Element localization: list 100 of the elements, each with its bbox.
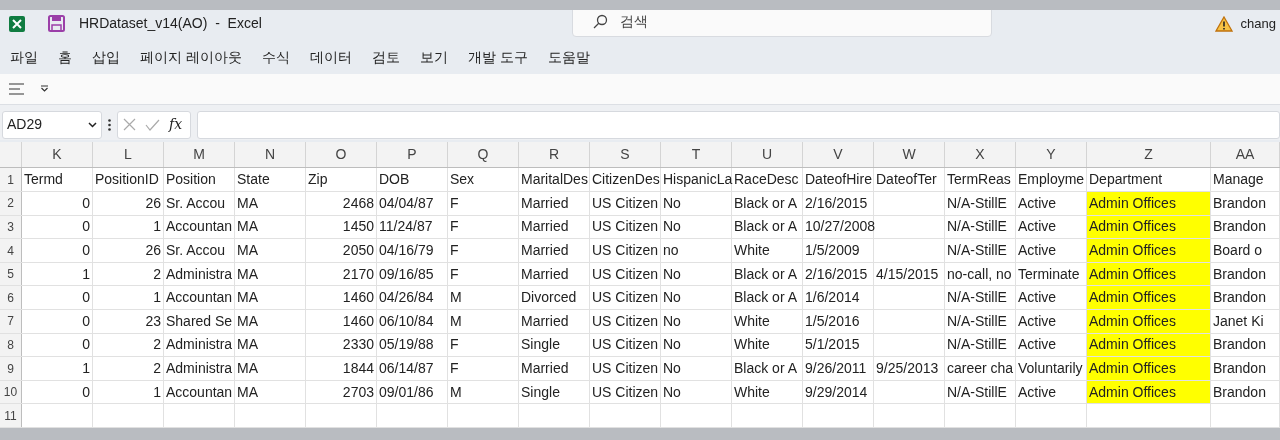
notice-text[interactable]: chang xyxy=(1240,14,1276,34)
column-header[interactable]: Z xyxy=(1087,142,1211,168)
table-cell: 09/01/86 xyxy=(377,380,448,404)
row-header[interactable]: 11 xyxy=(0,404,22,427)
table-cell: M xyxy=(448,310,519,333)
table-cell: 2703 xyxy=(306,380,377,404)
menu-tab[interactable]: 보기 xyxy=(419,46,448,68)
table-cell: Administra xyxy=(164,357,235,380)
column-header[interactable]: L xyxy=(93,142,164,168)
menu-tab[interactable]: 수식 xyxy=(261,46,290,68)
menu-tab[interactable]: 삽입 xyxy=(92,46,120,68)
row-header[interactable]: 4 xyxy=(0,239,22,262)
table-cell: MA xyxy=(235,286,306,310)
insert-function-button[interactable]: fx xyxy=(169,114,183,136)
menu-icon[interactable] xyxy=(9,82,24,95)
formula-field[interactable] xyxy=(197,110,1280,139)
table-cell: 04/04/87 xyxy=(377,192,448,215)
column-header[interactable]: V xyxy=(803,142,874,168)
table-cell: Manage xyxy=(1211,168,1280,192)
table-cell: 4/15/2015 xyxy=(874,262,945,286)
menu-tab[interactable]: 검토 xyxy=(371,46,400,68)
table-cell: Admin Offices xyxy=(1087,215,1211,239)
table-cell: 2 xyxy=(93,262,164,286)
column-header[interactable]: P xyxy=(377,142,448,168)
table-cell: 09/16/85 xyxy=(377,262,448,286)
row-header[interactable]: 1 xyxy=(0,168,22,192)
table-cell: 9/25/2013 xyxy=(874,357,945,380)
table-cell: Black or A xyxy=(732,286,803,310)
table-cell: Sr. Accou xyxy=(164,239,235,262)
column-header[interactable]: U xyxy=(732,142,803,168)
row-header[interactable]: 2 xyxy=(0,192,22,215)
table-cell: DateofTer xyxy=(874,168,945,192)
column-header[interactable]: K xyxy=(22,142,93,168)
column-header[interactable]: N xyxy=(235,142,306,168)
column-header[interactable]: Y xyxy=(1016,142,1087,168)
table-cell: Accountan xyxy=(164,286,235,310)
row-header[interactable]: 10 xyxy=(0,380,22,404)
table-cell: 26 xyxy=(93,239,164,262)
menu-tab[interactable]: 개발 도구 xyxy=(467,46,528,68)
row-header[interactable]: 3 xyxy=(0,215,22,239)
menu-tab[interactable]: 데이터 xyxy=(309,46,352,68)
column-header[interactable]: Q xyxy=(448,142,519,168)
more-options-icon[interactable] xyxy=(108,118,111,131)
table-cell: 9/29/2014 xyxy=(803,380,874,404)
warning-icon[interactable] xyxy=(1214,15,1233,32)
column-header[interactable]: W xyxy=(874,142,945,168)
table-cell: 9/26/2011 xyxy=(803,357,874,380)
table-cell: F xyxy=(448,262,519,286)
table-cell: 06/10/84 xyxy=(377,310,448,333)
column-header[interactable]: AA xyxy=(1211,142,1280,168)
table-cell: 1 xyxy=(93,380,164,404)
menu-tab[interactable]: 홈 xyxy=(58,46,72,68)
table-cell: no-call, no xyxy=(945,262,1016,286)
row-header[interactable]: 7 xyxy=(0,310,22,333)
table-cell: Accountan xyxy=(164,215,235,239)
row-header[interactable]: 8 xyxy=(0,333,22,357)
table-cell: White xyxy=(732,380,803,404)
menu-tab[interactable]: 도움말 xyxy=(547,46,590,68)
table-cell: 2/16/2015 xyxy=(803,262,874,286)
table-cell: 2/16/2015 xyxy=(803,192,874,215)
table-cell: Shared Se xyxy=(164,310,235,333)
table-cell: 2 xyxy=(93,333,164,357)
table-cell: CitizenDes xyxy=(590,168,661,192)
name-box[interactable]: AD29 xyxy=(2,110,102,139)
column-header[interactable]: X xyxy=(945,142,1016,168)
table-cell: Admin Offices xyxy=(1087,192,1211,215)
column-header[interactable]: M xyxy=(164,142,235,168)
table-cell: Sex xyxy=(448,168,519,192)
row-header[interactable]: 6 xyxy=(0,286,22,310)
dropdown-caret-icon[interactable] xyxy=(40,85,49,93)
column-header[interactable]: T xyxy=(661,142,732,168)
table-cell: Black or A xyxy=(732,215,803,239)
menu-tab[interactable]: 페이지 레이아웃 xyxy=(140,46,242,68)
table-cell: 0 xyxy=(22,380,93,404)
table-cell: No xyxy=(661,333,732,357)
table-cell: Board o xyxy=(1211,239,1280,262)
table-cell: 1 xyxy=(22,262,93,286)
search-field[interactable]: 검색 xyxy=(572,10,992,37)
column-header[interactable]: O xyxy=(306,142,377,168)
table-cell: No xyxy=(661,357,732,380)
check-icon[interactable] xyxy=(145,118,160,131)
table-cell: Admin Offices xyxy=(1087,286,1211,310)
table-cell: career cha xyxy=(945,357,1016,380)
table-cell: US Citizen xyxy=(590,333,661,357)
table-cell: US Citizen xyxy=(590,239,661,262)
table-cell: Brandon xyxy=(1211,192,1280,215)
table-cell: Married xyxy=(519,215,590,239)
save-icon[interactable] xyxy=(48,15,65,33)
table-cell: 05/19/88 xyxy=(377,333,448,357)
column-header[interactable]: R xyxy=(519,142,590,168)
column-header[interactable]: S xyxy=(590,142,661,168)
table-cell: TermReas xyxy=(945,168,1016,192)
table-cell: 0 xyxy=(22,192,93,215)
row-header[interactable]: 9 xyxy=(0,357,22,380)
row-header[interactable]: 5 xyxy=(0,262,22,286)
menu-tab[interactable]: 파일 xyxy=(10,46,38,68)
table-cell: Employme xyxy=(1016,168,1087,192)
table-cell: 0 xyxy=(22,215,93,239)
table-cell: Admin Offices xyxy=(1087,333,1211,357)
table-cell: Single xyxy=(519,380,590,404)
